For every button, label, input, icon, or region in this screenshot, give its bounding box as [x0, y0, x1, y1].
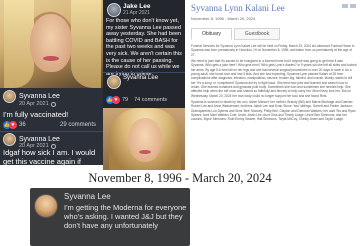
reaction-row[interactable]: 👍 ♥ 36	[3, 121, 26, 129]
jake-comment-post: Jake Lee 21 Apr 2021 For those who don't…	[103, 0, 185, 108]
avatar[interactable]	[3, 133, 16, 146]
tab-obituary[interactable]: Obituary	[191, 28, 232, 40]
obituary-paragraph: We need to joke that it's sacred to be e…	[191, 59, 357, 98]
obituary-tabs: Obituary Guestbook	[191, 28, 281, 40]
reaction-row[interactable]: 👍 ♥ 79 74 comments	[106, 96, 167, 104]
comments-count[interactable]: 74 comments	[134, 97, 167, 103]
obituary-paragraph: Syvanna is survived in death by her son,…	[191, 100, 356, 122]
obituary-page: Syvanna Lynn Kalani Lee November 8, 1996…	[188, 0, 360, 170]
comment-text: For those who don't know yet, my sister …	[106, 18, 182, 77]
author-name[interactable]: Syvanna Lee	[19, 93, 60, 100]
profile-photo	[0, 0, 103, 88]
heart-icon: ♥	[9, 121, 17, 129]
tab-guestbook[interactable]: Guestbook	[233, 28, 281, 40]
post-text: Idgaf how sick I am. I would get this va…	[3, 148, 96, 165]
date-caption: November 8, 1996 - March 20, 2024	[0, 170, 360, 186]
share-icons[interactable]	[342, 4, 356, 8]
reaction-count: 36	[19, 122, 26, 128]
avatar[interactable]	[107, 3, 121, 17]
obituary-dates: November 8, 1996 - March 20, 2024	[191, 16, 256, 21]
print-icon[interactable]	[350, 4, 356, 8]
divider	[103, 72, 185, 73]
commenter-name[interactable]: Jake Lee	[123, 3, 150, 10]
obituary-body: Funeral Services for Syvanna Lynn Kalani…	[191, 44, 357, 124]
vaccinated-post: Syvanna Lee 20 Apr 2021 I'm fully vaccin…	[0, 0, 103, 165]
author-name[interactable]: Syvanna Lee	[64, 192, 111, 201]
comment-date: 21 Apr 2021	[123, 10, 150, 16]
portrait-photo	[103, 108, 185, 170]
avatar[interactable]	[107, 75, 121, 89]
reply-author[interactable]: Syvanna Lee	[123, 75, 158, 81]
post-text: I'm fully vaccinated!	[3, 110, 69, 119]
obituary-paragraph: Funeral Services for Syvanna Lynn Kalani…	[191, 44, 355, 57]
globe-icon	[50, 101, 56, 107]
comments-count[interactable]: 29 comments	[60, 122, 96, 128]
moderna-post: Syvanna Lee I'm getting the Moderna for …	[30, 188, 190, 246]
post-text: I'm getting the Moderna for everyone who…	[64, 203, 187, 231]
avatar[interactable]	[34, 194, 58, 218]
heart-icon: ♥	[112, 96, 120, 104]
divider	[0, 131, 103, 132]
share-icon[interactable]	[342, 4, 348, 8]
post-date: 20 Apr 2021	[19, 101, 49, 107]
avatar[interactable]	[3, 90, 16, 103]
author-name[interactable]: Syvanna Lee	[19, 136, 60, 143]
obituary-title: Syvanna Lynn Kalani Lee	[191, 3, 285, 13]
reaction-count: 79	[122, 97, 129, 103]
post-date-row: 20 Apr 2021	[19, 101, 56, 107]
